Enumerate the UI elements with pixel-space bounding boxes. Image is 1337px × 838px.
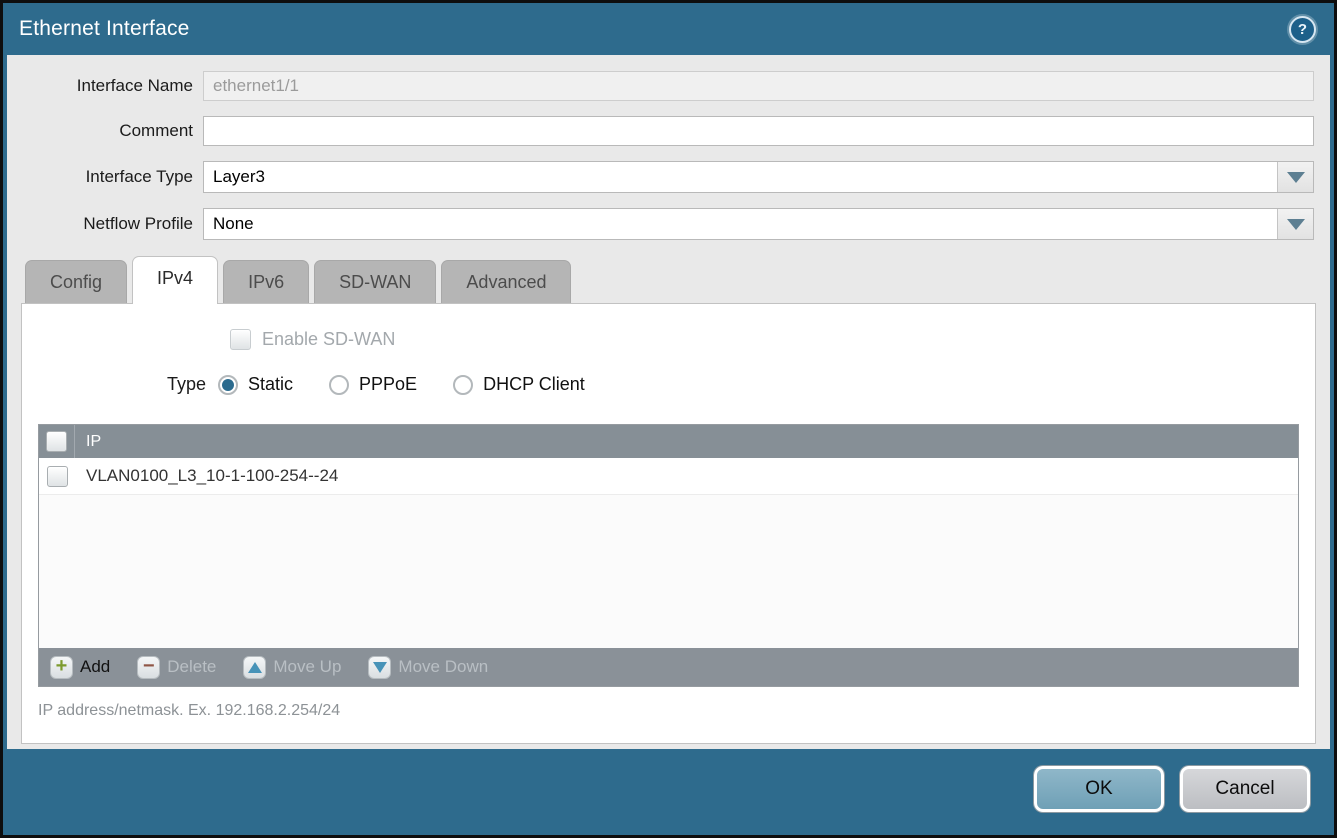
radio-static[interactable]: Static bbox=[218, 374, 293, 395]
form-area: Interface Name Comment Interface Type La… bbox=[7, 55, 1330, 255]
interface-type-label: Interface Type bbox=[7, 167, 203, 187]
netflow-profile-dropdown[interactable]: None bbox=[203, 208, 1314, 240]
chevron-down-icon bbox=[1287, 219, 1305, 230]
type-row: Type Static PPPoE DHCP Client bbox=[22, 374, 1315, 395]
form-row-interface-type: Interface Type Layer3 bbox=[7, 161, 1314, 193]
form-row-interface-name: Interface Name bbox=[7, 71, 1314, 101]
move-up-button-label: Move Up bbox=[273, 657, 341, 677]
interface-type-dropdown[interactable]: Layer3 bbox=[203, 161, 1314, 193]
radio-static-label: Static bbox=[248, 374, 293, 395]
delete-button[interactable]: − Delete bbox=[137, 656, 216, 679]
type-label: Type bbox=[22, 374, 218, 395]
move-down-icon bbox=[368, 656, 391, 679]
interface-type-value: Layer3 bbox=[204, 162, 1277, 192]
enable-sdwan-label: Enable SD-WAN bbox=[262, 329, 395, 350]
comment-input[interactable] bbox=[203, 116, 1314, 146]
ok-button[interactable]: OK bbox=[1034, 766, 1164, 812]
move-down-button[interactable]: Move Down bbox=[368, 656, 488, 679]
cancel-button[interactable]: Cancel bbox=[1180, 766, 1310, 812]
radio-pppoe-control[interactable] bbox=[329, 375, 349, 395]
dialog-footer: OK Cancel bbox=[7, 749, 1330, 835]
enable-sdwan-checkbox[interactable] bbox=[230, 329, 251, 350]
radio-pppoe-label: PPPoE bbox=[359, 374, 417, 395]
chevron-down-icon bbox=[1287, 172, 1305, 183]
ip-column-header: IP bbox=[75, 433, 101, 451]
radio-dhcp-client-control[interactable] bbox=[453, 375, 473, 395]
dialog-body: Interface Name Comment Interface Type La… bbox=[7, 55, 1330, 749]
ipv4-tab-panel: Enable SD-WAN Type Static PPPoE DHCP C bbox=[21, 303, 1316, 744]
interface-name-label: Interface Name bbox=[7, 76, 203, 96]
radio-pppoe[interactable]: PPPoE bbox=[329, 374, 417, 395]
netflow-profile-label: Netflow Profile bbox=[7, 214, 203, 234]
dialog-title: Ethernet Interface bbox=[19, 17, 190, 41]
comment-label: Comment bbox=[7, 121, 203, 141]
ethernet-interface-dialog: Ethernet Interface ? Interface Name Comm… bbox=[0, 0, 1337, 838]
select-all-checkbox[interactable] bbox=[46, 431, 67, 452]
ip-table-header: IP bbox=[39, 425, 1298, 458]
table-empty-area bbox=[39, 495, 1298, 648]
help-icon[interactable]: ? bbox=[1289, 16, 1316, 43]
radio-dhcp-client[interactable]: DHCP Client bbox=[453, 374, 585, 395]
table-row[interactable]: VLAN0100_L3_10-1-100-254--24 bbox=[39, 458, 1298, 495]
add-button-label: Add bbox=[80, 657, 110, 677]
move-up-button[interactable]: Move Up bbox=[243, 656, 341, 679]
tab-ipv4[interactable]: IPv4 bbox=[132, 256, 218, 304]
netflow-profile-value: None bbox=[204, 209, 1277, 239]
row-checkbox[interactable] bbox=[47, 466, 68, 487]
tab-config[interactable]: Config bbox=[25, 260, 127, 303]
row-ip-value: VLAN0100_L3_10-1-100-254--24 bbox=[75, 466, 338, 486]
add-button[interactable]: + Add bbox=[50, 656, 110, 679]
tab-advanced[interactable]: Advanced bbox=[441, 260, 571, 303]
move-up-icon bbox=[243, 656, 266, 679]
delete-icon: − bbox=[137, 656, 160, 679]
radio-dhcp-client-label: DHCP Client bbox=[483, 374, 585, 395]
add-icon: + bbox=[50, 656, 73, 679]
ip-table: IP VLAN0100_L3_10-1-100-254--24 + Add − bbox=[38, 424, 1299, 687]
table-toolbar: + Add − Delete Move Up Move Down bbox=[39, 648, 1298, 686]
enable-sdwan-row: Enable SD-WAN bbox=[230, 329, 1315, 350]
tab-sdwan[interactable]: SD-WAN bbox=[314, 260, 436, 303]
move-down-button-label: Move Down bbox=[398, 657, 488, 677]
row-checkbox-cell bbox=[39, 458, 75, 494]
netflow-profile-dropdown-button[interactable] bbox=[1277, 209, 1313, 239]
interface-name-input bbox=[203, 71, 1314, 101]
form-row-netflow-profile: Netflow Profile None bbox=[7, 208, 1314, 240]
ip-helper-text: IP address/netmask. Ex. 192.168.2.254/24 bbox=[38, 702, 1299, 720]
interface-type-dropdown-button[interactable] bbox=[1277, 162, 1313, 192]
type-radio-group: Static PPPoE DHCP Client bbox=[218, 374, 585, 395]
tab-ipv6[interactable]: IPv6 bbox=[223, 260, 309, 303]
dialog-title-bar: Ethernet Interface ? bbox=[7, 3, 1330, 55]
header-checkbox-cell bbox=[39, 425, 75, 458]
delete-button-label: Delete bbox=[167, 657, 216, 677]
form-row-comment: Comment bbox=[7, 116, 1314, 146]
radio-static-control[interactable] bbox=[218, 375, 238, 395]
tab-bar: Config IPv4 IPv6 SD-WAN Advanced bbox=[7, 255, 1330, 303]
